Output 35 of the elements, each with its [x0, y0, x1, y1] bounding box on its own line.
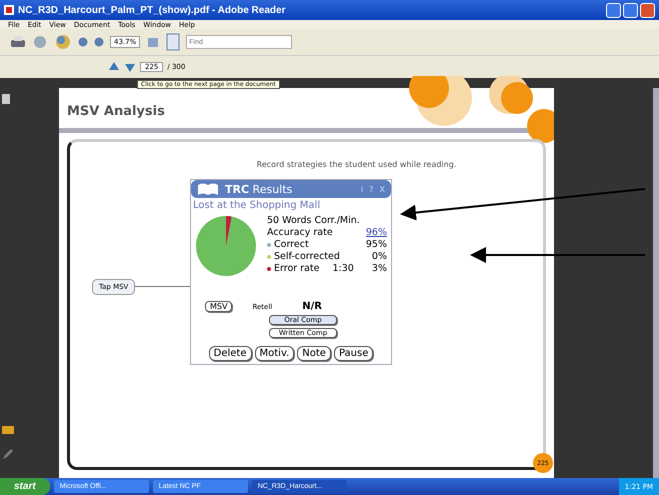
stat-label: Correct [274, 239, 309, 251]
globe-icon[interactable] [54, 34, 72, 50]
stat-value: 95% [366, 239, 387, 251]
instruction-text: Record strategies the student used while reading. [256, 160, 456, 169]
page-heading: MSV Analysis [67, 104, 165, 118]
action-button[interactable]: Delete [208, 346, 252, 361]
book-icon [197, 182, 219, 196]
pencil-icon[interactable] [2, 448, 14, 460]
close-button[interactable] [640, 2, 655, 18]
window-title: NC_R3D_Harcourt_Palm_PT_(show).pdf - Adobe Reader [18, 4, 286, 16]
action-button[interactable]: Note [297, 346, 331, 361]
retell-value: N/R [302, 301, 322, 312]
pie-chart-drawing [195, 215, 257, 277]
stat-label: 50 Words Corr./Min. [267, 215, 360, 227]
print-icon[interactable] [10, 35, 26, 49]
action-button[interactable]: Pause [334, 346, 374, 361]
msv-button[interactable]: MSV [205, 301, 232, 312]
maximize-button[interactable] [623, 2, 638, 18]
panel-title: TRC Results [225, 182, 292, 196]
folder-icon[interactable] [2, 425, 14, 434]
pdf-icon [4, 5, 14, 15]
up-arrow-icon[interactable] [108, 61, 120, 73]
stat-value: 0% [372, 251, 387, 263]
stat-link[interactable]: 96% [366, 227, 387, 239]
stat-label: Self-corrected [274, 251, 340, 263]
start-button[interactable]: start [0, 478, 50, 495]
action-button[interactable]: Motiv. [254, 346, 294, 361]
down-arrow-icon[interactable] [124, 61, 136, 73]
story-title: Lost at the Shopping Mall [192, 199, 322, 213]
page-fit-icon[interactable] [166, 33, 180, 51]
minimize-button[interactable] [606, 2, 621, 18]
stat-label: Error rate [274, 263, 320, 275]
stat-value: 3% [372, 263, 387, 275]
stat-ratio: 1:30 [332, 263, 354, 275]
stat-label: Accuracy rate [267, 227, 333, 239]
